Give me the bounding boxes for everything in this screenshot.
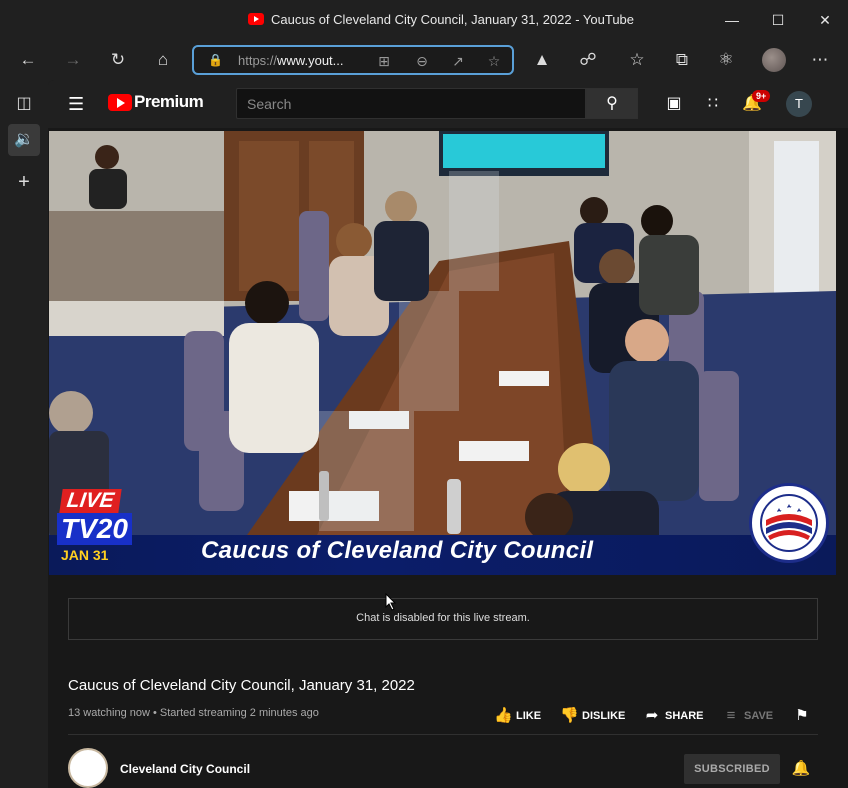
save-button[interactable]: ≡ SAVE	[722, 706, 774, 726]
tv20-label: TV20	[57, 513, 132, 545]
subscribed-button[interactable]: SUBSCRIBED	[684, 754, 780, 784]
tab-actions-icon[interactable]: ◫	[8, 88, 40, 120]
report-button[interactable]: ⚑	[793, 706, 815, 726]
search-field[interactable]	[236, 88, 586, 119]
thumbs-up-icon: 👍	[494, 707, 513, 725]
youtube-page: ☰ Premium ⚲ ▣ ∷ 🔔 9+ T	[48, 80, 848, 788]
menu-icon[interactable]: ☰	[68, 94, 88, 114]
favorite-add-icon[interactable]: ☆	[484, 51, 504, 71]
search-icon: ⚲	[606, 95, 618, 112]
collections-icon[interactable]: ⧉	[670, 48, 694, 72]
chat-disabled-message: Chat is disabled for this live stream.	[356, 612, 530, 624]
youtube-logo-icon[interactable]	[108, 94, 132, 111]
save-label: SAVE	[744, 710, 774, 722]
city-seal-graphic	[760, 494, 818, 552]
playlist-add-icon: ≡	[726, 707, 736, 725]
apps-grid-icon[interactable]: ∷	[701, 92, 725, 116]
forward-icon[interactable]: →	[61, 48, 85, 72]
favorites-icon[interactable]: ☆	[625, 48, 649, 72]
thumbs-down-icon: 👎	[560, 707, 579, 725]
video-title: Caucus of Cleveland City Council, Januar…	[68, 677, 415, 694]
lower-third-title: Caucus of Cleveland City Council	[201, 537, 594, 564]
address-bar[interactable]: 🔒 https://www.yout... ⊞ ⊖ ↗ ☆	[192, 45, 514, 75]
chat-disabled-box: Chat is disabled for this live stream.	[68, 598, 818, 640]
share-icon[interactable]: ↗	[448, 51, 468, 71]
youtube-header: ☰ Premium ⚲ ▣ ∷ 🔔 9+ T	[48, 80, 848, 128]
video-meta: 13 watching now • Started streaming 2 mi…	[68, 707, 319, 719]
user-avatar[interactable]: T	[786, 91, 812, 117]
new-tab-icon[interactable]: +	[8, 166, 40, 198]
zoom-out-icon[interactable]: ⊖	[412, 51, 432, 71]
flag-icon: ⚑	[795, 707, 809, 725]
browser-essentials-icon[interactable]: ▲	[530, 48, 554, 72]
youtube-logo-text[interactable]: Premium	[134, 92, 204, 112]
like-button[interactable]: 👍 LIKE	[494, 706, 541, 726]
more-icon[interactable]: ⋯	[808, 48, 832, 72]
search-button[interactable]: ⚲	[586, 88, 638, 119]
share-arrow-icon: ➦	[645, 707, 659, 725]
url-scheme: https://	[238, 53, 278, 68]
video-player[interactable]: Caucus of Cleveland City Council LIVE TV…	[49, 131, 836, 575]
share-button[interactable]: ➦ SHARE	[643, 706, 704, 726]
live-label: LIVE	[59, 489, 122, 513]
search-input[interactable]	[237, 89, 585, 118]
split-screen-icon[interactable]: ⊞	[374, 51, 394, 71]
video-frame-image	[49, 131, 836, 575]
tv20-live-logo: LIVE TV20 JAN 31	[57, 489, 143, 565]
browser-sidebar: ◫ 🔉 +	[0, 80, 48, 788]
notification-badge: 9+	[752, 90, 771, 102]
profile-avatar[interactable]	[762, 48, 786, 72]
url-text[interactable]: https://www.yout...	[238, 53, 344, 68]
audio-icon[interactable]: 🔉	[8, 124, 40, 156]
like-label: LIKE	[516, 710, 542, 722]
lock-icon[interactable]: 🔒	[208, 52, 224, 68]
create-video-icon[interactable]: ▣	[662, 92, 686, 116]
minimize-icon[interactable]: —	[720, 8, 744, 32]
maximize-icon[interactable]: ☐	[766, 8, 790, 32]
refresh-icon[interactable]: ↻	[106, 48, 130, 72]
back-icon[interactable]: ←	[16, 48, 40, 72]
date-label: JAN 31	[61, 547, 109, 563]
mouse-cursor-icon	[385, 593, 397, 611]
close-icon[interactable]: ✕	[813, 8, 837, 32]
window-title: Caucus of Cleveland City Council, Januar…	[271, 12, 635, 27]
youtube-favicon-icon	[248, 13, 264, 25]
copilot-icon[interactable]: ⚛	[714, 48, 738, 72]
dislike-label: DISLIKE	[582, 710, 626, 722]
window-titlebar: Caucus of Cleveland City Council, Januar…	[0, 0, 848, 40]
dislike-button[interactable]: 👎 DISLIKE	[560, 706, 625, 726]
url-host: www.yout...	[277, 53, 344, 68]
home-icon[interactable]: ⌂	[151, 48, 175, 72]
channel-notification-bell-icon[interactable]: 🔔	[791, 759, 811, 779]
city-seal-icon	[749, 483, 829, 563]
channel-avatar[interactable]	[68, 748, 108, 788]
extensions-icon[interactable]: ☍	[576, 48, 600, 72]
channel-name[interactable]: Cleveland City Council	[120, 762, 250, 776]
share-label: SHARE	[665, 710, 704, 722]
section-divider	[68, 734, 818, 735]
